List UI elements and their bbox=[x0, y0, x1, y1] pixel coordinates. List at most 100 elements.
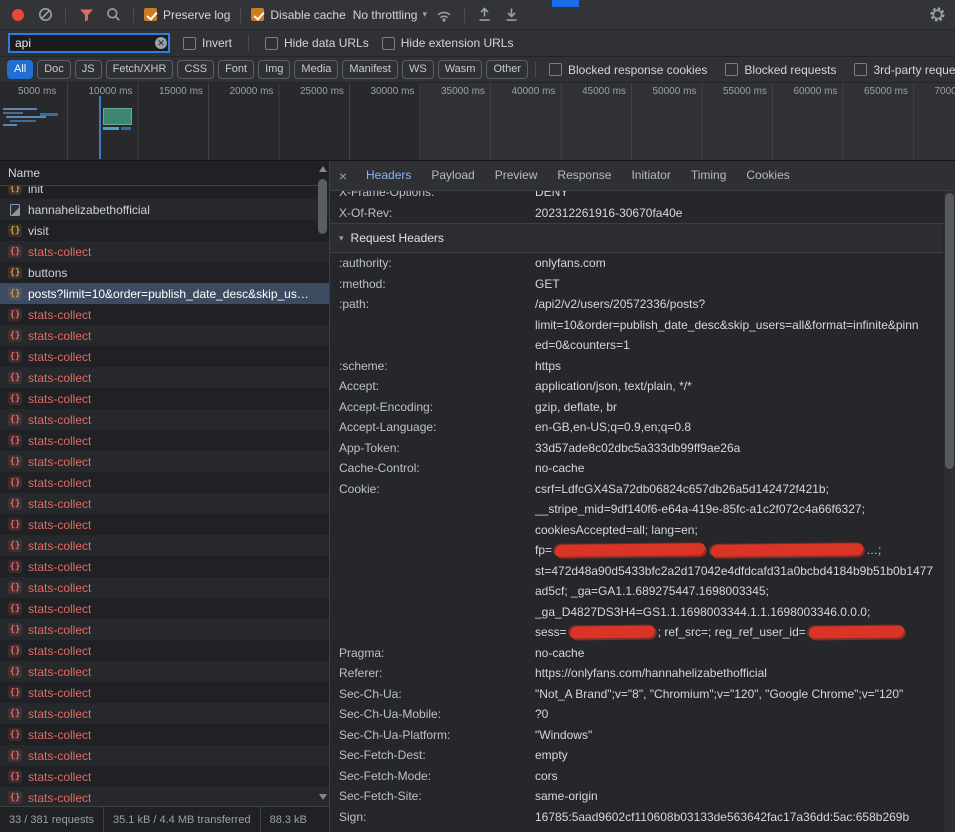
tab-payload[interactable]: Payload bbox=[421, 161, 484, 190]
export-har-button[interactable] bbox=[502, 5, 522, 25]
timeline-label: 30000 ms bbox=[371, 86, 415, 97]
hide-extension-urls-checkbox[interactable]: Hide extension URLs bbox=[382, 36, 514, 50]
tab-cookies[interactable]: Cookies bbox=[736, 161, 799, 190]
network-overview-timeline[interactable]: 5000 ms10000 ms15000 ms20000 ms25000 ms3… bbox=[0, 83, 955, 161]
request-row[interactable]: {}visit bbox=[0, 220, 329, 241]
type-filter-manifest[interactable]: Manifest bbox=[342, 60, 398, 79]
header-name: Sign: bbox=[339, 807, 535, 828]
tab-headers[interactable]: Headers bbox=[356, 161, 421, 190]
script-icon: {} bbox=[8, 665, 22, 678]
request-row[interactable]: {}stats-collect bbox=[0, 325, 329, 346]
request-row[interactable]: hannahelizabethofficial bbox=[0, 199, 329, 220]
script-icon: {} bbox=[8, 602, 22, 615]
scrollbar-thumb[interactable] bbox=[945, 193, 954, 469]
request-row[interactable]: {}stats-collect bbox=[0, 535, 329, 556]
invert-checkbox[interactable]: Invert bbox=[183, 36, 232, 50]
filter-input[interactable] bbox=[8, 33, 170, 53]
checkbox-blocked-requests[interactable]: Blocked requests bbox=[725, 63, 836, 77]
request-row[interactable]: {}stats-collect bbox=[0, 472, 329, 493]
import-har-button[interactable] bbox=[475, 5, 495, 25]
request-row[interactable]: {}stats-collect bbox=[0, 241, 329, 262]
header-row: :path:/api2/v2/users/20572336/posts?limi… bbox=[330, 294, 943, 356]
request-row[interactable]: {}posts?limit=10&order=publish_date_desc… bbox=[0, 283, 329, 304]
tab-preview[interactable]: Preview bbox=[485, 161, 548, 190]
request-row[interactable]: {}stats-collect bbox=[0, 346, 329, 367]
request-row[interactable]: {}stats-collect bbox=[0, 682, 329, 703]
script-icon: {} bbox=[8, 287, 22, 300]
tab-timing[interactable]: Timing bbox=[681, 161, 737, 190]
header-value: no-cache bbox=[535, 458, 943, 479]
scrollbar-thumb[interactable] bbox=[318, 179, 327, 234]
response-headers-tail: X-Frame-Options:DENYX-Of-Rev:20231226191… bbox=[330, 191, 943, 223]
request-row[interactable]: {}stats-collect bbox=[0, 451, 329, 472]
request-row[interactable]: {}stats-collect bbox=[0, 430, 329, 451]
request-row[interactable]: {}stats-collect bbox=[0, 703, 329, 724]
request-row[interactable]: {}stats-collect bbox=[0, 577, 329, 598]
header-value: GET bbox=[535, 274, 943, 295]
type-filter-other[interactable]: Other bbox=[486, 60, 528, 79]
request-row[interactable]: {}init bbox=[0, 186, 329, 199]
tab-response[interactable]: Response bbox=[547, 161, 621, 190]
waterfall-bar bbox=[3, 112, 23, 114]
type-filter-all[interactable]: All bbox=[7, 60, 33, 79]
request-row[interactable]: {}stats-collect bbox=[0, 745, 329, 766]
request-row[interactable]: {}stats-collect bbox=[0, 367, 329, 388]
request-row[interactable]: {}stats-collect bbox=[0, 493, 329, 514]
type-filter-wasm[interactable]: Wasm bbox=[438, 60, 483, 79]
type-filter-js[interactable]: JS bbox=[75, 60, 102, 79]
request-name: stats-collect bbox=[28, 581, 91, 595]
close-icon[interactable]: × bbox=[330, 168, 356, 184]
script-icon: {} bbox=[8, 728, 22, 741]
request-row[interactable]: {}stats-collect bbox=[0, 304, 329, 325]
scroll-down-icon[interactable] bbox=[319, 794, 327, 800]
request-row[interactable]: {}stats-collect bbox=[0, 388, 329, 409]
request-row[interactable]: {}stats-collect bbox=[0, 619, 329, 640]
resources-size: 88.3 kB bbox=[261, 807, 316, 832]
request-row[interactable]: {}stats-collect bbox=[0, 409, 329, 430]
checkbox-3rd-party-requests[interactable]: 3rd-party requests bbox=[854, 63, 955, 77]
request-row[interactable]: {}buttons bbox=[0, 262, 329, 283]
type-filter-ws[interactable]: WS bbox=[402, 60, 434, 79]
record-button[interactable] bbox=[8, 5, 28, 25]
request-row[interactable]: {}stats-collect bbox=[0, 724, 329, 745]
script-icon: {} bbox=[8, 497, 22, 510]
clear-button[interactable] bbox=[35, 5, 55, 25]
preserve-log-checkbox[interactable]: Preserve log bbox=[144, 8, 230, 22]
request-row[interactable]: {}stats-collect bbox=[0, 598, 329, 619]
request-row[interactable]: {}stats-collect bbox=[0, 787, 329, 806]
tab-initiator[interactable]: Initiator bbox=[621, 161, 680, 190]
throttling-dropdown[interactable]: No throttling ▾ bbox=[353, 8, 427, 22]
request-row[interactable]: {}stats-collect bbox=[0, 661, 329, 682]
type-filter-img[interactable]: Img bbox=[258, 60, 290, 79]
type-filter-doc[interactable]: Doc bbox=[37, 60, 71, 79]
name-column-header[interactable]: Name bbox=[0, 161, 329, 186]
type-filter-fetch-xhr[interactable]: Fetch/XHR bbox=[106, 60, 174, 79]
header-value: DENY bbox=[535, 191, 943, 203]
request-row[interactable]: {}stats-collect bbox=[0, 640, 329, 661]
redaction-scribble bbox=[554, 543, 706, 557]
type-filter-media[interactable]: Media bbox=[294, 60, 338, 79]
settings-button[interactable] bbox=[927, 5, 947, 25]
request-row[interactable]: {}stats-collect bbox=[0, 556, 329, 577]
script-icon: {} bbox=[8, 791, 22, 804]
details-scrollbar[interactable] bbox=[944, 191, 955, 832]
type-filter-css[interactable]: CSS bbox=[177, 60, 214, 79]
type-filter-font[interactable]: Font bbox=[218, 60, 254, 79]
checkbox-blocked-response-cookies[interactable]: Blocked response cookies bbox=[549, 63, 707, 77]
disable-cache-checkbox[interactable]: Disable cache bbox=[251, 8, 345, 22]
request-list-scrollbar[interactable] bbox=[317, 163, 328, 803]
request-headers-section[interactable]: ▾ Request Headers bbox=[330, 223, 943, 253]
scroll-up-icon[interactable] bbox=[319, 166, 327, 172]
filter-toggle-button[interactable] bbox=[76, 5, 96, 25]
hide-data-urls-checkbox[interactable]: Hide data URLs bbox=[265, 36, 369, 50]
waterfall-bar bbox=[3, 108, 37, 110]
header-name: :scheme: bbox=[339, 356, 535, 377]
request-row[interactable]: {}stats-collect bbox=[0, 514, 329, 535]
request-row[interactable]: {}stats-collect bbox=[0, 766, 329, 787]
network-conditions-button[interactable] bbox=[434, 5, 454, 25]
header-row: Cookie:csrf=LdfcGX4Sa72db06824c657db26a5… bbox=[330, 479, 943, 643]
search-button[interactable] bbox=[103, 5, 123, 25]
toolbar-divider bbox=[65, 7, 66, 23]
header-row: Sec-Fetch-Site:same-origin bbox=[330, 786, 943, 807]
clear-filter-icon[interactable]: ✕ bbox=[155, 37, 167, 49]
